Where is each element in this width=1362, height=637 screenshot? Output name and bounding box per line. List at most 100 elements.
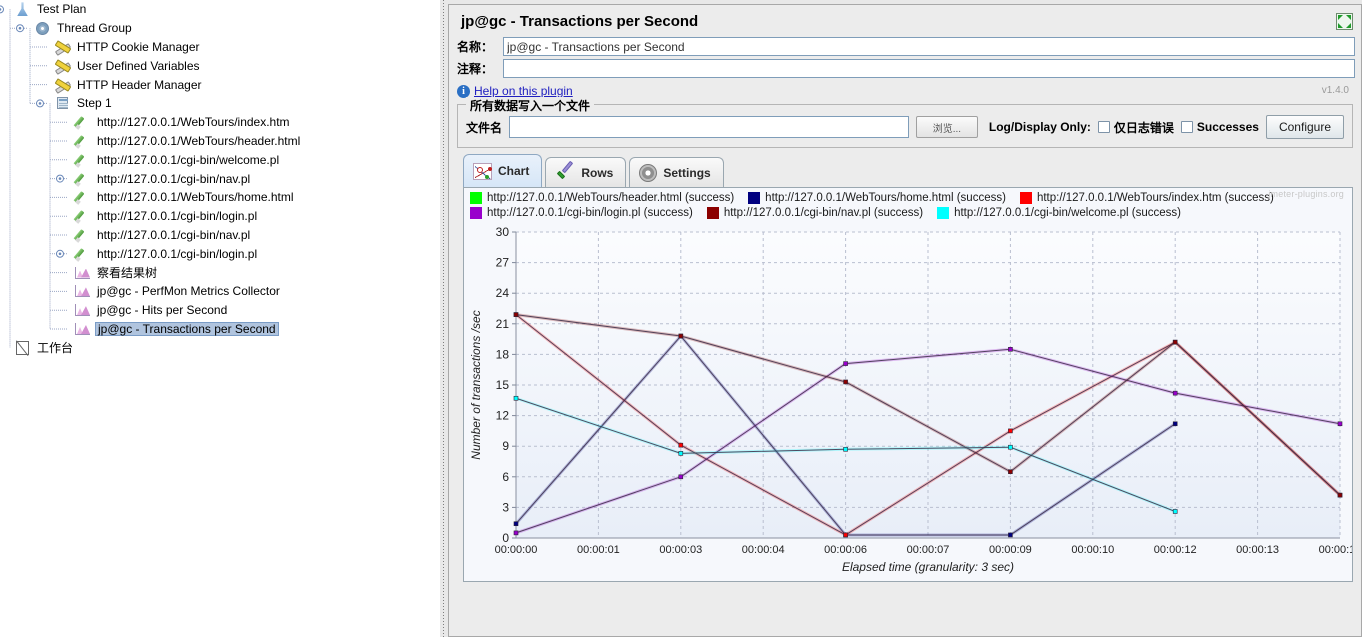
tree-item-label: jp@gc - PerfMon Metrics Collector: [97, 284, 280, 299]
y-tick-label: 15: [496, 378, 510, 392]
test-plan-tree[interactable]: Test Plan Thread Group HTTP Cookie Manager…: [0, 0, 440, 637]
tree-item-label: User Defined Variables: [77, 58, 200, 73]
series-marker[interactable]: [1172, 390, 1178, 396]
x-tick-label: 00:00:15: [1319, 544, 1352, 556]
series-marker[interactable]: [513, 530, 519, 536]
series-marker[interactable]: [678, 442, 684, 448]
y-tick-label: 24: [496, 286, 510, 300]
comment-field-row: 注释：: [449, 59, 1361, 78]
legend-item[interactable]: http://127.0.0.1/WebTours/home.html (suc…: [748, 192, 1006, 204]
series-marker[interactable]: [1172, 509, 1178, 514]
legend-label: http://127.0.0.1/cgi-bin/nav.pl (success…: [723, 207, 924, 219]
legend-item[interactable]: http://127.0.0.1/WebTours/index.htm (suc…: [1019, 192, 1274, 204]
legend-item[interactable]: http://127.0.0.1/cgi-bin/login.pl (succe…: [470, 207, 693, 219]
errors-only-checkbox-box[interactable]: [1097, 121, 1110, 133]
errors-only-checkbox[interactable]: 仅日志错误: [1097, 119, 1174, 136]
tree-item[interactable]: http://127.0.0.1/WebTours/home.html: [0, 188, 440, 207]
tree-item[interactable]: http://127.0.0.1/cgi-bin/welcome.pl: [0, 150, 440, 169]
y-tick-label: 6: [502, 470, 509, 484]
browse-button[interactable]: 浏览...: [915, 116, 978, 138]
series-marker[interactable]: [678, 451, 684, 456]
successes-checkbox[interactable]: Successes: [1180, 120, 1259, 134]
legend-label: http://127.0.0.1/WebTours/header.html (s…: [487, 192, 735, 204]
workbench-icon: [14, 340, 31, 356]
series-marker[interactable]: [1008, 444, 1013, 450]
series-marker[interactable]: [513, 395, 519, 401]
y-tick-label: 21: [496, 317, 510, 331]
split-pane-divider[interactable]: [440, 0, 448, 637]
tree-item[interactable]: HTTP Header Manager: [0, 75, 440, 94]
chart-plot-area[interactable]: 0 3 6 9 12 15 18 21 24 27 30 00:00:00 00:00:01 00:00:…: [464, 224, 1352, 581]
legend-swatch: [470, 207, 482, 219]
tree-item[interactable]: http://127.0.0.1/cgi-bin/nav.pl: [0, 169, 440, 188]
tab-strip: Chart Rows Settings: [463, 154, 1361, 188]
series-marker[interactable]: [1172, 339, 1178, 345]
series-marker[interactable]: [1337, 421, 1343, 427]
series-marker[interactable]: [1008, 347, 1013, 352]
legend-swatch: [1019, 192, 1032, 204]
series-marker[interactable]: [1008, 532, 1013, 538]
series-marker[interactable]: [1337, 492, 1343, 498]
help-on-plugin-link[interactable]: Help on this plugin: [474, 84, 573, 98]
tree-item-label: jp@gc - Hits per Second: [97, 303, 228, 318]
series-marker[interactable]: [678, 333, 684, 339]
listener-config-panel: jp@gc - Transactions per Second 名称： 注释： …: [440, 0, 1362, 637]
y-tick-label: 9: [502, 439, 509, 453]
http-sampler-icon: [74, 246, 91, 262]
name-label: 名称：: [457, 40, 494, 54]
filename-input[interactable]: [509, 116, 909, 138]
tree-item[interactable]: http://127.0.0.1/WebTours/index.htm: [0, 113, 440, 132]
comment-input[interactable]: [503, 59, 1355, 78]
tab-settings[interactable]: Settings: [629, 157, 724, 188]
configure-button[interactable]: Configure: [1265, 115, 1344, 139]
y-tick-label: 0: [502, 531, 509, 545]
tab-chart[interactable]: Chart: [463, 154, 543, 187]
tree-item-label: http://127.0.0.1/WebTours/home.html: [97, 190, 294, 205]
y-tick-label: 27: [496, 256, 510, 270]
x-tick-label: 00:00:09: [989, 544, 1032, 556]
tree-item[interactable]: http://127.0.0.1/cgi-bin/login.pl: [0, 244, 440, 263]
series-marker[interactable]: [843, 446, 848, 452]
legend-item[interactable]: http://127.0.0.1/cgi-bin/nav.pl (success…: [706, 207, 924, 219]
series-marker[interactable]: [843, 532, 848, 538]
listener-icon: [74, 302, 91, 318]
series-marker[interactable]: [678, 474, 684, 480]
tree-item[interactable]: http://127.0.0.1/WebTours/header.html: [0, 132, 440, 151]
legend-item[interactable]: http://127.0.0.1/cgi-bin/welcome.pl (suc…: [937, 207, 1181, 219]
http-sampler-icon: [74, 114, 91, 130]
y-tick-label: 30: [496, 225, 510, 239]
tree-item[interactable]: Step 1: [0, 94, 440, 113]
tab-rows[interactable]: Rows: [545, 157, 627, 188]
tree-item[interactable]: jp@gc - Hits per Second: [0, 301, 440, 320]
tree-item[interactable]: jp@gc - Transactions per Second: [0, 320, 440, 339]
tree-item[interactable]: 察看结果树: [0, 263, 440, 282]
series-marker[interactable]: [513, 312, 519, 317]
y-tick-label: 12: [496, 409, 510, 423]
x-tick-label: 00:00:07: [907, 544, 950, 556]
tree-item[interactable]: Thread Group: [0, 19, 440, 38]
series-marker[interactable]: [513, 521, 519, 527]
tree-item[interactable]: jp@gc - PerfMon Metrics Collector: [0, 282, 440, 301]
settings-tab-icon: [639, 164, 658, 182]
legend-item[interactable]: http://127.0.0.1/WebTours/header.html (s…: [470, 192, 734, 204]
tree-item[interactable]: Test Plan: [0, 0, 440, 19]
series-marker[interactable]: [1008, 469, 1013, 474]
series-marker[interactable]: [1172, 421, 1178, 427]
tree-item-label: HTTP Cookie Manager: [77, 39, 200, 54]
tree-item[interactable]: HTTP Cookie Manager: [0, 38, 440, 57]
name-input[interactable]: [503, 37, 1355, 56]
tree-item[interactable]: User Defined Variables: [0, 56, 440, 75]
maximize-icon[interactable]: [1336, 13, 1353, 30]
tree-item[interactable]: http://127.0.0.1/cgi-bin/nav.pl: [0, 226, 440, 245]
series-marker[interactable]: [843, 379, 848, 385]
series-marker[interactable]: [843, 361, 848, 366]
chart-legend: jmeter-plugins.org http://127.0.0.1/WebT…: [464, 188, 1352, 224]
tree-item[interactable]: http://127.0.0.1/cgi-bin/login.pl: [0, 207, 440, 226]
tree-item[interactable]: 工作台: [0, 338, 440, 357]
x-tick-label: 00:00:12: [1154, 544, 1197, 556]
tree-item-label: http://127.0.0.1/cgi-bin/welcome.pl: [97, 152, 280, 167]
successes-checkbox-box[interactable]: [1180, 121, 1193, 133]
series-marker[interactable]: [1008, 428, 1013, 434]
tab-label: Rows: [581, 166, 614, 180]
tree-item-label: jp@gc - Transactions per Second: [95, 321, 279, 336]
